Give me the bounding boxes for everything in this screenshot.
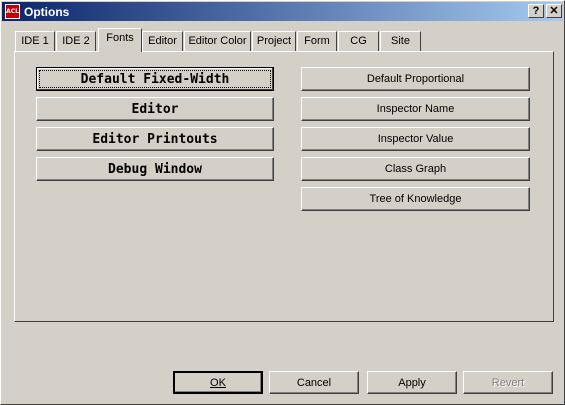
inspector-value-button[interactable]: Inspector Value [301, 127, 530, 151]
editor-font-button[interactable]: Editor [36, 97, 274, 121]
options-dialog: ACL Options ? ✕ IDE 1 IDE 2 Fonts Editor… [0, 0, 565, 405]
default-proportional-button[interactable]: Default Proportional [301, 67, 530, 91]
editor-printouts-button[interactable]: Editor Printouts [36, 127, 274, 151]
cancel-button-label: Cancel [296, 376, 332, 389]
tab-editor-color[interactable]: Editor Color [184, 31, 251, 51]
ok-button-label: OK [210, 376, 226, 389]
class-graph-button[interactable]: Class Graph [301, 157, 530, 181]
close-button[interactable]: ✕ [546, 4, 562, 18]
tab-fonts[interactable]: Fonts [98, 28, 142, 52]
tab-form[interactable]: Form [297, 31, 337, 51]
apply-button-label: Apply [398, 376, 426, 389]
ok-button[interactable]: OK [173, 371, 263, 394]
tree-of-knowledge-button[interactable]: Tree of Knowledge [301, 187, 530, 211]
cancel-button[interactable]: Cancel [269, 371, 359, 394]
apply-button[interactable]: Apply [367, 371, 457, 394]
app-logo-icon: ACL [5, 4, 20, 19]
tab-site[interactable]: Site [380, 31, 421, 51]
tab-ide-1[interactable]: IDE 1 [15, 31, 55, 51]
tab-cg[interactable]: CG [338, 31, 379, 51]
title-bar[interactable]: ACL Options ? ✕ [2, 2, 563, 21]
inspector-name-button[interactable]: Inspector Name [301, 97, 530, 121]
tab-project[interactable]: Project [252, 31, 296, 51]
help-button[interactable]: ? [528, 4, 544, 18]
tab-ide-2[interactable]: IDE 2 [56, 31, 96, 51]
revert-button[interactable]: Revert [463, 371, 553, 394]
revert-button-label: Revert [491, 376, 525, 389]
debug-window-button[interactable]: Debug Window [36, 157, 274, 181]
tab-editor[interactable]: Editor [142, 31, 183, 51]
fonts-tab-panel: Default Fixed-Width Editor Editor Printo… [14, 51, 554, 322]
default-fixed-width-button[interactable]: Default Fixed-Width [36, 67, 274, 91]
window-title: Options [24, 5, 70, 19]
